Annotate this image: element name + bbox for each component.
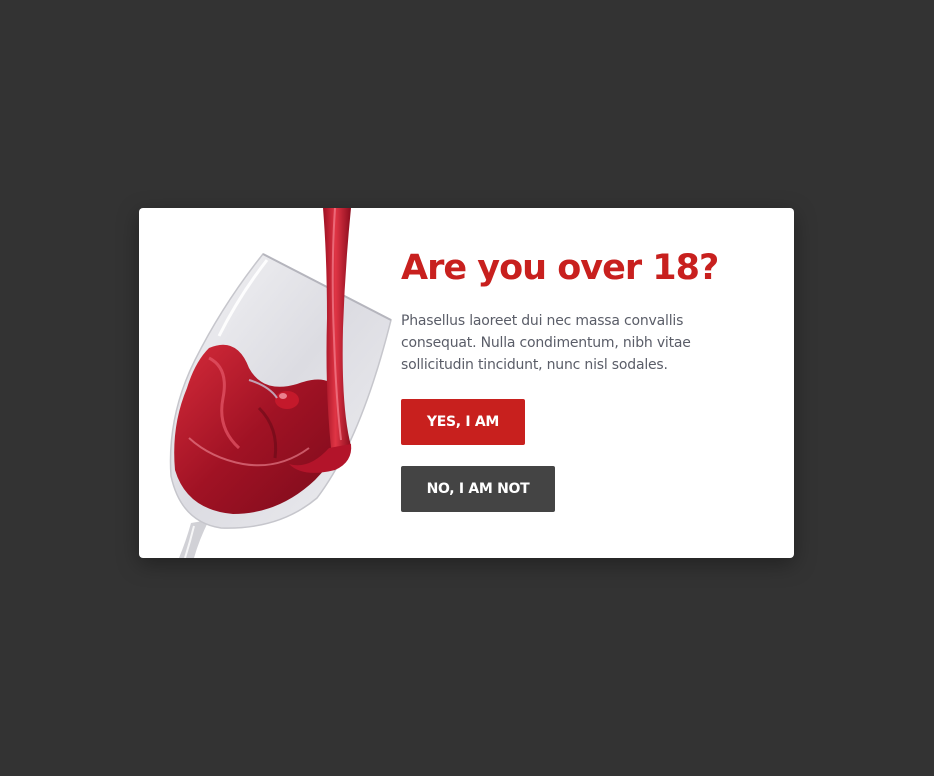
wine-glass-illustration <box>169 208 392 558</box>
modal-content: Are you over 18? Phasellus laoreet dui n… <box>401 208 781 558</box>
age-verification-modal: Are you over 18? Phasellus laoreet dui n… <box>139 208 794 558</box>
no-button[interactable]: NO, I AM NOT <box>401 466 555 512</box>
yes-button[interactable]: YES, I AM <box>401 399 525 445</box>
modal-description: Phasellus laoreet dui nec massa convalli… <box>401 313 691 373</box>
page-backdrop: { "modal": { "image_name": "red-wine-gla… <box>0 0 934 776</box>
modal-title: Are you over 18? <box>401 248 719 288</box>
